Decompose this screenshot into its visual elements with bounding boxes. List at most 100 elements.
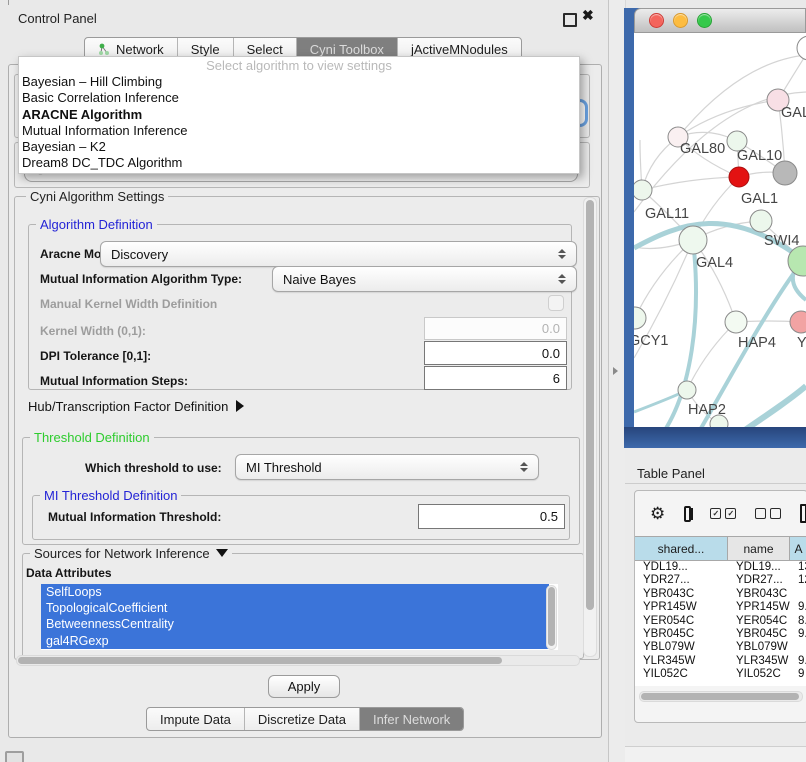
file-icon[interactable] bbox=[800, 504, 806, 523]
table-panel-separator bbox=[625, 483, 806, 484]
mi-steps-field[interactable]: 6 bbox=[424, 366, 567, 390]
node-gal11[interactable] bbox=[634, 180, 652, 200]
algorithm-option[interactable]: Dream8 DC_TDC Algorithm bbox=[19, 155, 579, 171]
network-node-labels: GAL GAL80 GAL10 GAL1 GAL11 SWI4 GAL4 GCY… bbox=[634, 105, 806, 418]
which-threshold-combo[interactable]: MI Threshold bbox=[235, 454, 539, 480]
attribute-item[interactable]: BetweennessCentrality bbox=[41, 616, 549, 632]
network-window-titlebar[interactable] bbox=[634, 8, 806, 33]
column-header-shared-name[interactable]: shared... bbox=[635, 537, 728, 560]
attribute-item[interactable]: gal4RGexp bbox=[41, 633, 549, 649]
node-gal4[interactable] bbox=[679, 226, 707, 254]
list-scrollbar[interactable] bbox=[546, 585, 557, 650]
algorithm-option[interactable]: Bayesian – Hill Climbing bbox=[19, 74, 579, 90]
tab-infer-network[interactable]: Infer Network bbox=[360, 708, 463, 730]
node-gcy1[interactable] bbox=[634, 307, 646, 329]
node-label: SWI4 bbox=[764, 233, 799, 249]
algorithm-option[interactable]: Basic Correlation Inference bbox=[19, 90, 579, 106]
dpi-tolerance-field[interactable]: 0.0 bbox=[424, 341, 567, 365]
table-body: YDL19...YDL19...13 YDR27...YDR27...12 YB… bbox=[635, 561, 806, 686]
combo-spinner-icon bbox=[553, 274, 576, 284]
split-pane-icon[interactable] bbox=[684, 506, 691, 522]
collapse-down-icon bbox=[216, 549, 228, 557]
table-row[interactable]: YER054CYER054C8. bbox=[635, 615, 806, 628]
settings-vertical-scrollbar[interactable] bbox=[583, 197, 597, 657]
network-canvas[interactable]: GAL GAL80 GAL10 GAL1 GAL11 SWI4 GAL4 GCY… bbox=[634, 33, 806, 427]
splitter-tick bbox=[8, 0, 9, 5]
node-label: GAL bbox=[781, 105, 806, 121]
control-panel: Control Panel ✖ Network Style Select Cyn… bbox=[0, 0, 608, 762]
window-grip-icon[interactable] bbox=[5, 751, 24, 762]
table-row[interactable]: YBR045CYBR045C9. bbox=[635, 628, 806, 641]
attribute-item[interactable]: TopologicalCoefficient bbox=[41, 600, 549, 616]
dpi-tolerance-label: DPI Tolerance [0,1]: bbox=[40, 349, 151, 363]
table-row[interactable]: YDL19...YDL19...13 bbox=[635, 561, 806, 574]
network-desktop-bottom bbox=[624, 427, 806, 448]
tab-discretize-data[interactable]: Discretize Data bbox=[245, 708, 360, 730]
attribute-item[interactable]: SelfLoops bbox=[41, 584, 549, 600]
settings-vscroll-thumb[interactable] bbox=[586, 200, 594, 610]
combo-spinner-icon bbox=[553, 249, 576, 259]
kernel-width-field: 0.0 bbox=[424, 317, 567, 340]
column-header-partial[interactable]: A bbox=[790, 537, 806, 560]
apply-button[interactable]: Apply bbox=[268, 675, 340, 698]
minimize-traffic-light-icon[interactable] bbox=[673, 13, 688, 28]
node-label: HAP2 bbox=[688, 402, 726, 418]
node-label: Y bbox=[797, 335, 806, 351]
close-traffic-light-icon[interactable] bbox=[649, 13, 664, 28]
mi-threshold-field[interactable]: 0.5 bbox=[418, 504, 565, 529]
node-label: GAL1 bbox=[741, 191, 778, 207]
splitter-handle-icon[interactable] bbox=[613, 367, 618, 375]
zoom-traffic-light-icon[interactable] bbox=[697, 13, 712, 28]
bottom-status-strip bbox=[625, 746, 806, 762]
tab-impute-data[interactable]: Impute Data bbox=[147, 708, 245, 730]
settings-hscroll-thumb[interactable] bbox=[18, 657, 502, 664]
application-root: Control Panel ✖ Network Style Select Cyn… bbox=[0, 0, 806, 762]
node-hap4[interactable] bbox=[725, 311, 747, 333]
node-gal1[interactable] bbox=[729, 167, 749, 187]
select-all-columns-icon[interactable]: ✓✓ bbox=[710, 508, 736, 519]
kernel-width-label: Kernel Width (0,1): bbox=[40, 324, 146, 338]
float-window-icon[interactable] bbox=[563, 13, 577, 27]
expand-right-icon bbox=[236, 400, 244, 412]
data-attributes-label: Data Attributes bbox=[26, 566, 112, 580]
table-row[interactable]: YLR345WYLR345W9. bbox=[635, 655, 806, 668]
node-y[interactable] bbox=[790, 311, 806, 333]
table-header: shared... name A bbox=[635, 536, 806, 561]
table-panel-box: ⚙ ✓✓ shared... name A YDL19...YDL19...13… bbox=[634, 490, 806, 723]
node-hap2[interactable] bbox=[678, 381, 696, 399]
table-row[interactable]: YPR145WYPR145W9. bbox=[635, 601, 806, 614]
table-row[interactable]: YDR27...YDR27...12 bbox=[635, 574, 806, 587]
node-label: GAL4 bbox=[696, 255, 733, 271]
mi-steps-label: Mutual Information Steps: bbox=[40, 374, 188, 388]
algorithm-definition-title: Algorithm Definition bbox=[36, 217, 157, 232]
mi-type-label: Mutual Information Algorithm Type: bbox=[40, 272, 242, 286]
column-header-name[interactable]: name bbox=[728, 537, 790, 560]
node-gray[interactable] bbox=[773, 161, 797, 185]
node-label: GAL10 bbox=[737, 148, 782, 164]
table-row[interactable]: YBL079WYBL079W bbox=[635, 641, 806, 654]
algorithm-dropdown-popup: Select algorithm to view settings Bayesi… bbox=[18, 56, 580, 174]
algorithm-option[interactable]: Mutual Information Inference bbox=[19, 123, 579, 139]
sources-title[interactable]: Sources for Network Inference bbox=[30, 546, 232, 561]
node-label: GAL80 bbox=[680, 141, 725, 157]
algorithm-option[interactable]: Bayesian – K2 bbox=[19, 139, 579, 155]
algorithm-option-selected[interactable]: ARACNE Algorithm bbox=[19, 107, 579, 123]
table-row[interactable]: YBR043CYBR043C bbox=[635, 588, 806, 601]
node-label: GCY1 bbox=[634, 333, 669, 349]
table-row[interactable]: YIL052CYIL052C9 bbox=[635, 668, 806, 681]
settings-horizontal-scrollbar[interactable] bbox=[16, 655, 580, 666]
node-label: HAP4 bbox=[738, 335, 776, 351]
hub-definition-toggle[interactable]: Hub/Transcription Factor Definition bbox=[28, 399, 244, 414]
close-icon[interactable]: ✖ bbox=[582, 7, 594, 24]
mi-threshold-title: MI Threshold Definition bbox=[40, 488, 181, 503]
aracne-mode-combo[interactable]: Discovery bbox=[100, 241, 577, 267]
algorithm-placeholder: Select algorithm to view settings bbox=[19, 57, 579, 74]
which-threshold-label: Which threshold to use: bbox=[85, 461, 222, 475]
table-hscroll-thumb[interactable] bbox=[641, 693, 799, 700]
node-swi4[interactable] bbox=[750, 210, 772, 232]
table-horizontal-scrollbar[interactable] bbox=[639, 691, 803, 702]
unselect-all-columns-icon[interactable] bbox=[755, 508, 781, 519]
mi-type-combo[interactable]: Naive Bayes bbox=[272, 266, 577, 292]
list-scrollbar-thumb[interactable] bbox=[548, 587, 555, 646]
gear-icon[interactable]: ⚙ bbox=[650, 505, 665, 522]
